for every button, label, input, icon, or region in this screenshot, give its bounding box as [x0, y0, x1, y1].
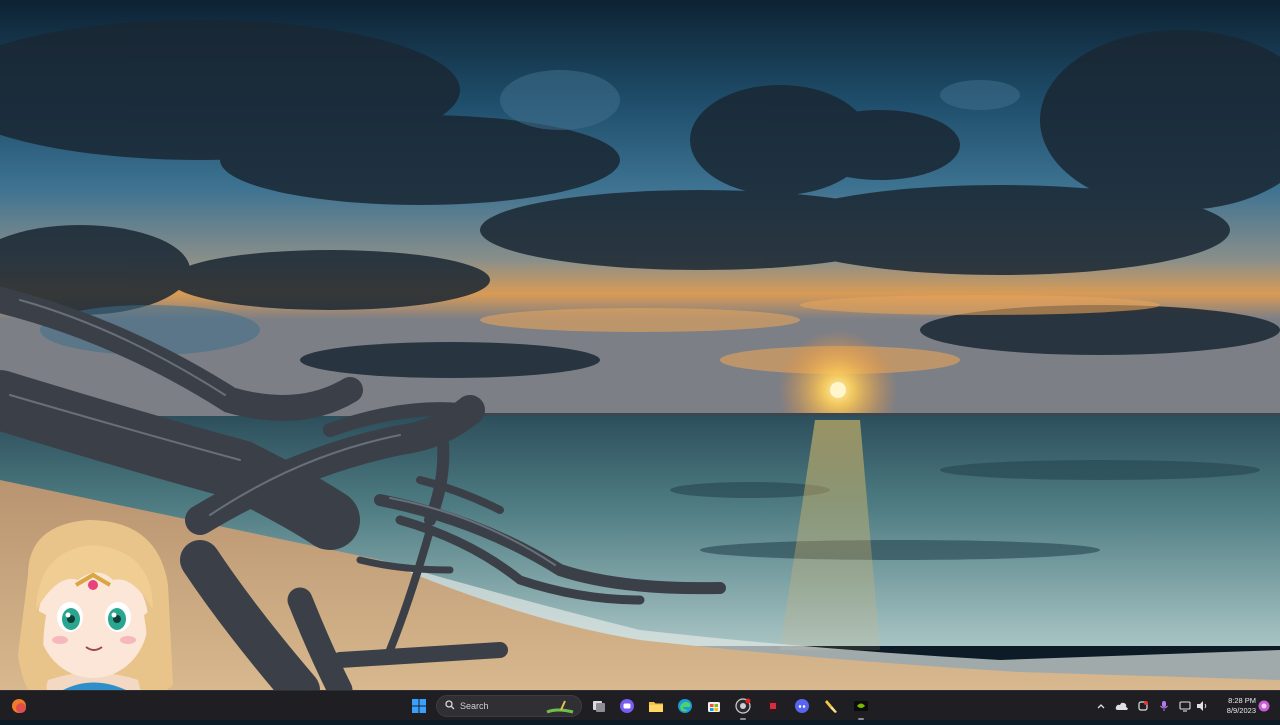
nvidia-icon[interactable]	[850, 695, 872, 720]
desktop-wallpaper	[0, 0, 1280, 690]
cloud-icon[interactable]	[1115, 699, 1129, 713]
app-icon[interactable]	[762, 695, 784, 717]
discord-icon[interactable]	[791, 695, 813, 717]
paint-icon[interactable]	[820, 695, 842, 717]
clock-date: 8/9/2023	[1226, 706, 1256, 715]
task-view-icon[interactable]	[588, 695, 610, 717]
taskbar-clock[interactable]: 8:28 PM 8/9/2023	[1212, 696, 1256, 716]
folder-icon[interactable]	[645, 695, 667, 717]
taskbar: Search 8:28 PM 8/9/2023	[0, 690, 1280, 720]
search-label: Search	[460, 701, 489, 711]
volume-icon[interactable]	[1195, 699, 1209, 713]
chrome-icon[interactable]	[732, 695, 754, 720]
clock-time: 8:28 PM	[1228, 696, 1256, 705]
sync-icon[interactable]	[1136, 699, 1150, 713]
search-icon	[445, 697, 455, 715]
search-highlight-icon	[545, 698, 575, 719]
network-icon[interactable]	[1178, 699, 1192, 713]
chat-icon[interactable]	[616, 695, 638, 717]
copilot-icon[interactable]	[1257, 699, 1271, 713]
microphone-icon[interactable]	[1157, 699, 1171, 713]
edge-browser-icon[interactable]	[674, 695, 696, 717]
taskbar-search-box[interactable]: Search	[436, 695, 582, 717]
chevron-up-icon[interactable]	[1094, 699, 1108, 713]
weather-widget-icon[interactable]	[10, 697, 28, 715]
store-icon[interactable]	[703, 695, 725, 717]
windows-start-icon[interactable]	[408, 695, 430, 717]
